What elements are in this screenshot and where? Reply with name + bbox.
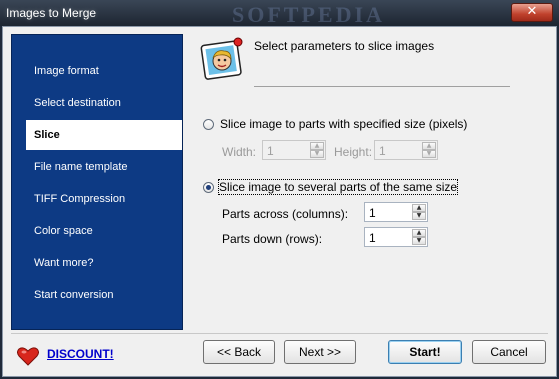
slice-by-count-radio[interactable] [203,182,214,193]
next-button[interactable]: Next >> [284,340,356,364]
height-value: 1 [379,144,386,158]
sidebar-item-tiff-compression[interactable]: TIFF Compression [12,184,182,214]
slice-by-size-label[interactable]: Slice image to parts with specified size… [220,117,467,131]
cartoon-face-icon [200,37,243,80]
title-bar: Images to Merge SOFTPEDIA ✕ [0,0,559,27]
back-button[interactable]: << Back [203,340,275,364]
sidebar-item-color-space[interactable]: Color space [12,216,182,246]
sidebar-item-want-more[interactable]: Want more? [12,248,182,278]
page-title: Select parameters to slice images [254,39,435,53]
parts-down-decrement-button[interactable]: ▼ [412,237,426,245]
parts-across-decrement-button[interactable]: ▼ [412,212,426,220]
slice-by-size-radio[interactable] [203,119,214,130]
watermark-text: SOFTPEDIA [232,2,385,27]
window-title: Images to Merge [6,6,97,20]
sidebar-item-slice[interactable]: Slice [26,120,182,150]
width-value: 1 [267,144,274,158]
parts-across-spinner[interactable]: 1 ▲ ▼ [364,202,428,222]
width-decrement-button[interactable]: ▼ [310,150,324,158]
parts-down-label: Parts down (rows): [222,232,323,246]
parts-across-value: 1 [369,206,376,220]
dialog-body: Image format Select destination Slice Fi… [2,26,557,377]
height-increment-button[interactable]: ▲ [422,142,436,150]
width-label: Width: [222,145,257,159]
sidebar-item-select-destination[interactable]: Select destination [12,88,182,118]
parts-down-increment-button[interactable]: ▲ [412,229,426,237]
footer-divider [11,333,548,334]
height-label: Height: [334,145,373,159]
start-button[interactable]: Start! [388,340,462,364]
parts-down-value: 1 [369,231,376,245]
sidebar-item-image-format[interactable]: Image format [12,56,182,86]
height-decrement-button[interactable]: ▼ [422,150,436,158]
wizard-sidebar: Image format Select destination Slice Fi… [11,34,183,330]
width-spinner[interactable]: 1 ▲ ▼ [262,140,326,160]
close-button[interactable]: ✕ [511,3,553,22]
sidebar-item-file-name-template[interactable]: File name template [12,152,182,182]
heart-icon [17,347,39,366]
cancel-button[interactable]: Cancel [472,340,546,364]
height-spinner[interactable]: 1 ▲ ▼ [374,140,438,160]
parts-across-increment-button[interactable]: ▲ [412,204,426,212]
width-increment-button[interactable]: ▲ [310,142,324,150]
header-divider [254,86,510,87]
sidebar-item-start-conversion[interactable]: Start conversion [12,280,182,310]
parts-across-label: Parts across (columns): [222,207,349,221]
discount-link[interactable]: DISCOUNT! [47,347,114,361]
parts-down-spinner[interactable]: 1 ▲ ▼ [364,227,428,247]
slice-by-count-label[interactable]: Slice image to several parts of the same… [217,179,459,195]
